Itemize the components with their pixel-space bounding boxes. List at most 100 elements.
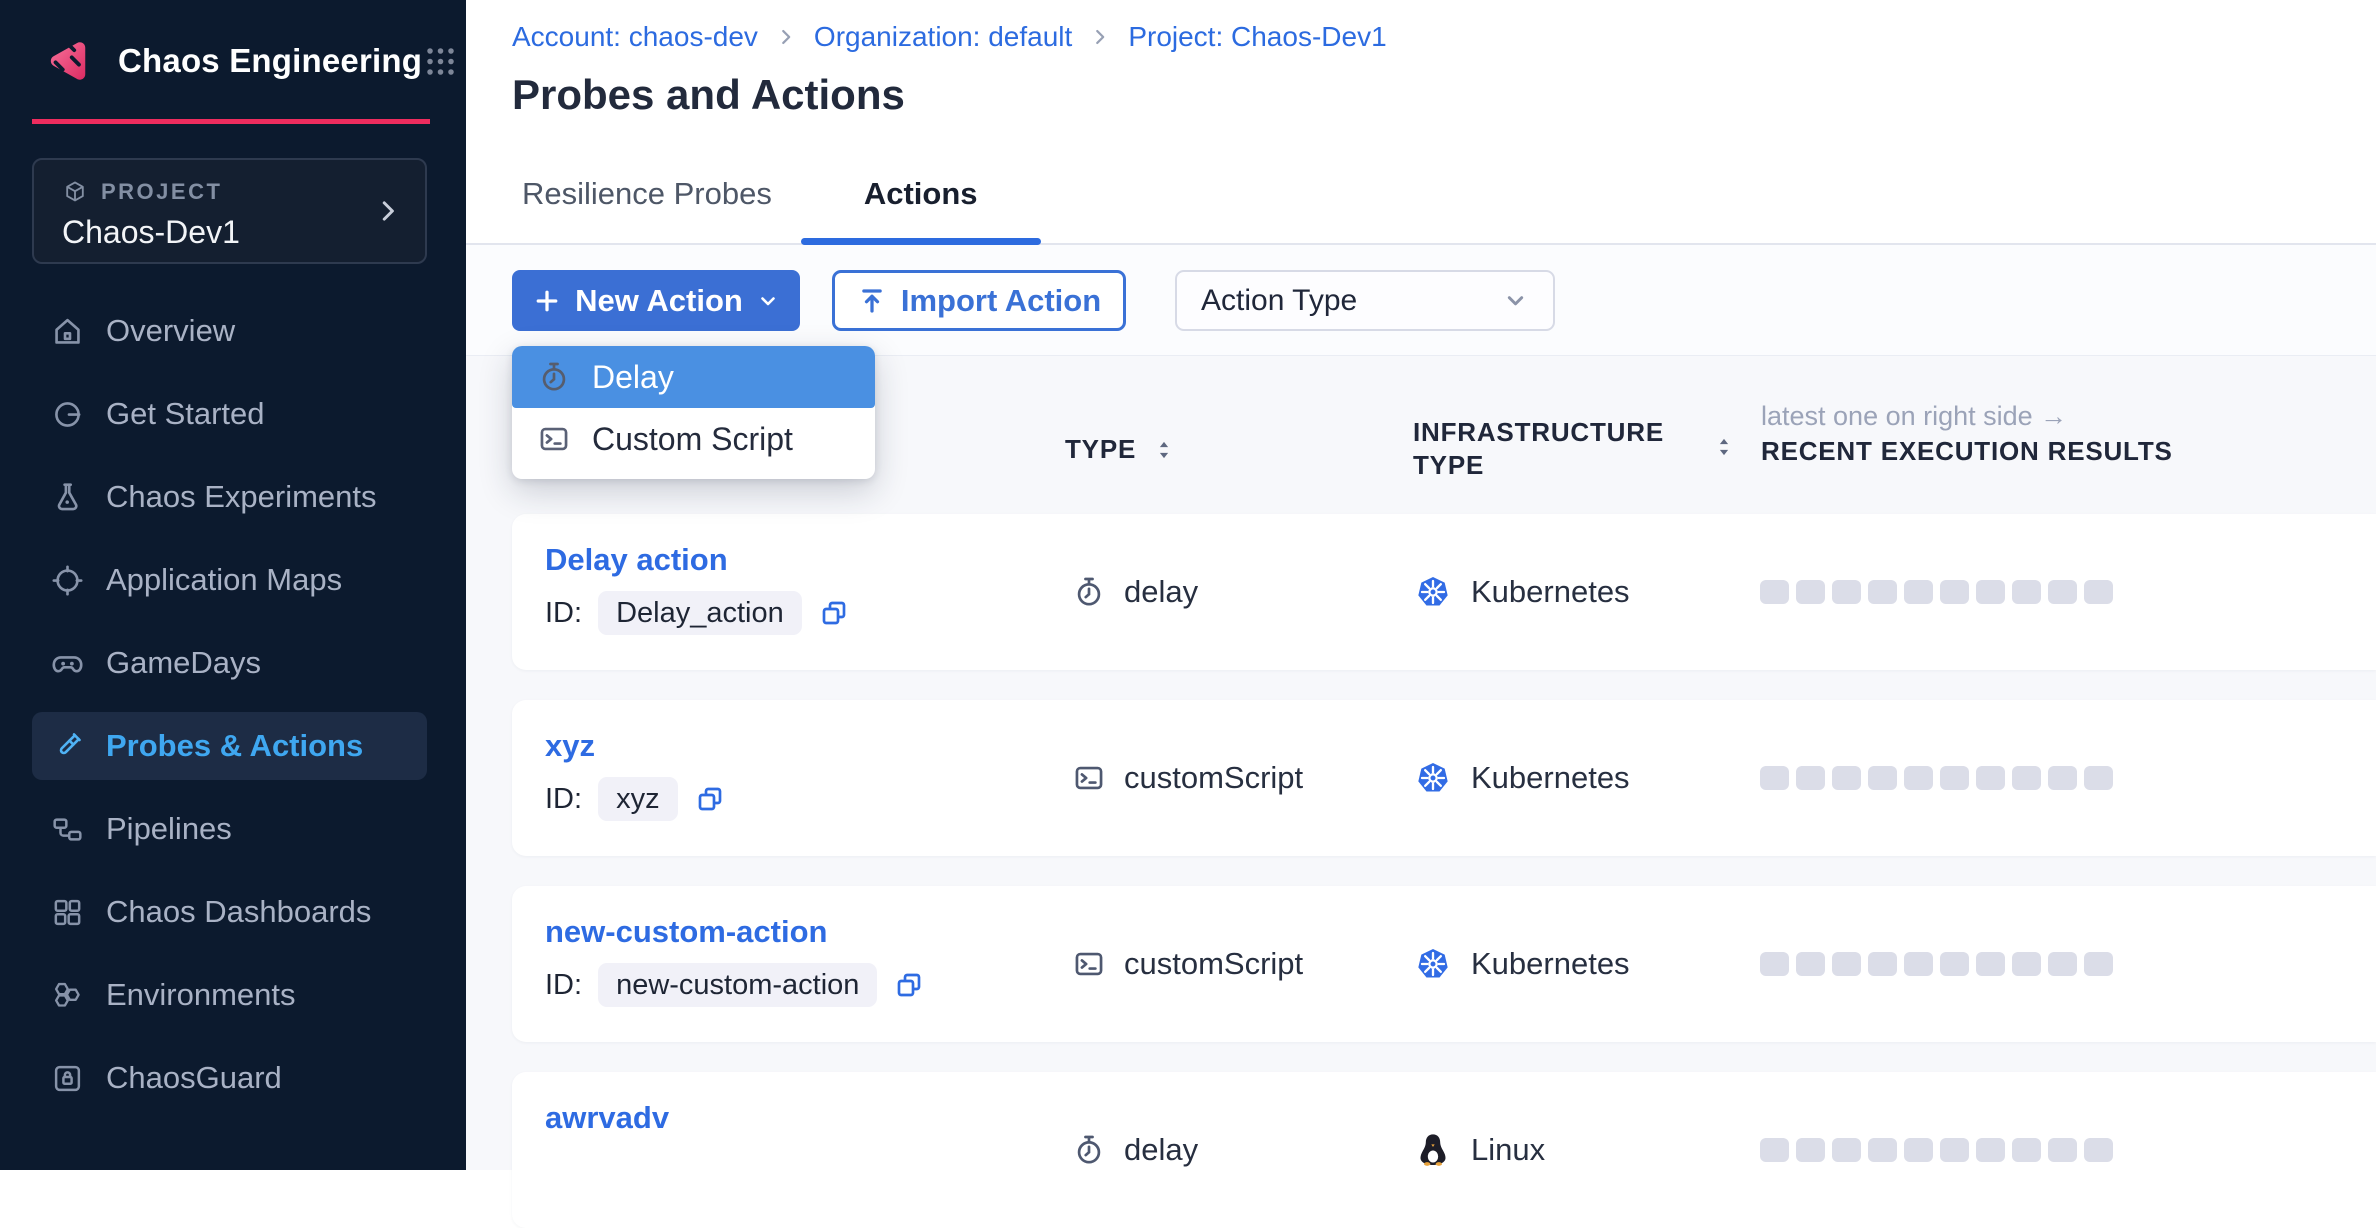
- recent-execution-results: [1760, 700, 2113, 856]
- execution-result-placeholder: [1832, 1138, 1861, 1162]
- sidebar-item-label: ChaosGuard: [106, 1060, 282, 1096]
- execution-result-placeholder: [2084, 952, 2113, 976]
- action-name-link[interactable]: new-custom-action: [545, 914, 827, 950]
- sidebar-item-label: Pipelines: [106, 811, 232, 847]
- breadcrumb-separator-icon: [775, 26, 797, 48]
- infrastructure-value: Kubernetes: [1471, 760, 1630, 796]
- copy-icon[interactable]: [818, 597, 850, 629]
- project-name: Chaos-Dev1: [62, 214, 397, 251]
- execution-result-placeholder: [2012, 952, 2041, 976]
- action-type-cell: delay: [1072, 514, 1198, 670]
- type-header-label: TYPE: [1065, 434, 1136, 465]
- execution-result-placeholder: [1760, 580, 1789, 604]
- action-id-chip: xyz: [598, 777, 678, 821]
- breadcrumb-link-organization-default[interactable]: Organization: default: [814, 21, 1072, 53]
- sidebar-item-label: Environments: [106, 977, 296, 1013]
- sidebar-item-probes-actions[interactable]: Probes & Actions: [32, 712, 427, 780]
- execution-result-placeholder: [2048, 952, 2077, 976]
- action-name-link[interactable]: xyz: [545, 728, 595, 764]
- sidebar-item-gamedays[interactable]: GameDays: [32, 629, 427, 697]
- sidebar: Chaos Engineering PROJECT Chaos-Dev1 Ove…: [0, 0, 466, 1170]
- execution-result-placeholder: [2084, 580, 2113, 604]
- breadcrumb: Account: chaos-dev Organization: default P…: [512, 21, 1387, 53]
- sort-icon[interactable]: [1711, 434, 1737, 460]
- execution-result-placeholder: [1832, 580, 1861, 604]
- id-label: ID:: [545, 969, 582, 1002]
- action-type-cell: customScript: [1072, 700, 1303, 856]
- infrastructure-icon: [1413, 1130, 1453, 1170]
- execution-result-placeholder: [1760, 1138, 1789, 1162]
- main-content: Account: chaos-dev Organization: default P…: [466, 0, 2376, 1170]
- sidebar-item-environments[interactable]: Environments: [32, 961, 427, 1029]
- execution-result-placeholder: [1940, 766, 1969, 790]
- sidebar-item-label: GameDays: [106, 645, 261, 681]
- sidebar-item-label: Overview: [106, 313, 235, 349]
- tab-actions[interactable]: Actions: [864, 144, 978, 243]
- type-value: customScript: [1124, 760, 1303, 796]
- sidebar-item-label: Application Maps: [106, 562, 342, 598]
- execution-result-placeholder: [2012, 766, 2041, 790]
- sort-icon[interactable]: [1151, 437, 1177, 463]
- brand-accent-line: [32, 119, 430, 124]
- project-selector[interactable]: PROJECT Chaos-Dev1: [32, 158, 427, 264]
- action-name-link[interactable]: Delay action: [545, 542, 728, 578]
- stopwatch-icon: [537, 360, 571, 394]
- action-type-cell: delay: [1072, 1072, 1198, 1228]
- import-action-button[interactable]: Import Action: [832, 270, 1126, 331]
- brand-row: Chaos Engineering: [0, 0, 466, 88]
- sidebar-item-get-started[interactable]: Get Started: [32, 380, 427, 448]
- action-name-link[interactable]: awrvadv: [545, 1100, 669, 1136]
- execution-result-placeholder: [1904, 580, 1933, 604]
- menu-item-delay[interactable]: Delay: [512, 346, 875, 408]
- sidebar-item-overview[interactable]: Overview: [32, 297, 427, 365]
- new-action-button[interactable]: New Action: [512, 270, 800, 331]
- sidebar-item-application-maps[interactable]: Application Maps: [32, 546, 427, 614]
- execution-result-placeholder: [1868, 766, 1897, 790]
- sidebar-item-chaos-dashboards[interactable]: Chaos Dashboards: [32, 878, 427, 946]
- execution-result-placeholder: [2048, 1138, 2077, 1162]
- column-header-type: TYPE: [1065, 434, 1177, 465]
- copy-icon[interactable]: [893, 969, 925, 1001]
- sidebar-item-label: Probes & Actions: [106, 728, 363, 764]
- chevron-right-icon: [373, 196, 403, 226]
- action-type-select[interactable]: Action Type: [1175, 270, 1555, 331]
- infrastructure-cell: Kubernetes: [1413, 514, 1630, 670]
- sidebar-item-chaos-experiments[interactable]: Chaos Experiments: [32, 463, 427, 531]
- execution-result-placeholder: [1868, 952, 1897, 976]
- infrastructure-icon: [1413, 572, 1453, 612]
- execution-result-placeholder: [2012, 1138, 2041, 1162]
- execution-result-placeholder: [1832, 952, 1861, 976]
- project-label: PROJECT: [101, 179, 222, 205]
- execution-result-placeholder: [1904, 766, 1933, 790]
- execution-result-placeholder: [1832, 766, 1861, 790]
- copy-icon[interactable]: [694, 783, 726, 815]
- page-title: Probes and Actions: [512, 71, 905, 119]
- sidebar-item-label: Get Started: [106, 396, 265, 432]
- type-icon: [1072, 575, 1106, 609]
- action-id-row: ID: xyz: [545, 777, 726, 821]
- upload-icon: [857, 286, 887, 316]
- sidebar-item-pipelines[interactable]: Pipelines: [32, 795, 427, 863]
- start-icon: [50, 397, 85, 432]
- tab-resilience-probes[interactable]: Resilience Probes: [522, 144, 772, 243]
- breadcrumb-link-project-chaos-dev1[interactable]: Project: Chaos-Dev1: [1128, 21, 1386, 53]
- sidebar-item-chaosguard[interactable]: ChaosGuard: [32, 1044, 427, 1112]
- sidebar-item-label: Chaos Dashboards: [106, 894, 371, 930]
- pipeline-icon: [50, 812, 85, 847]
- menu-item-label: Delay: [592, 359, 674, 396]
- sidebar-nav: Overview Get Started Chaos Experiments Appl…: [32, 297, 427, 1112]
- sidebar-item-label: Chaos Experiments: [106, 479, 377, 515]
- app-grid-icon[interactable]: [422, 43, 459, 80]
- type-icon: [1072, 1133, 1106, 1167]
- breadcrumb-separator-icon: [1089, 26, 1111, 48]
- execution-result-placeholder: [2012, 580, 2041, 604]
- execution-result-placeholder: [2048, 766, 2077, 790]
- gamepad-icon: [50, 646, 85, 681]
- id-label: ID:: [545, 597, 582, 630]
- execution-result-placeholder: [1796, 580, 1825, 604]
- results-note: latest one on right side →: [1761, 401, 2067, 432]
- breadcrumb-link-account-chaos-dev[interactable]: Account: chaos-dev: [512, 21, 758, 53]
- menu-item-label: Custom Script: [592, 421, 793, 458]
- recent-execution-results: [1760, 514, 2113, 670]
- menu-item-custom-script[interactable]: Custom Script: [512, 408, 875, 470]
